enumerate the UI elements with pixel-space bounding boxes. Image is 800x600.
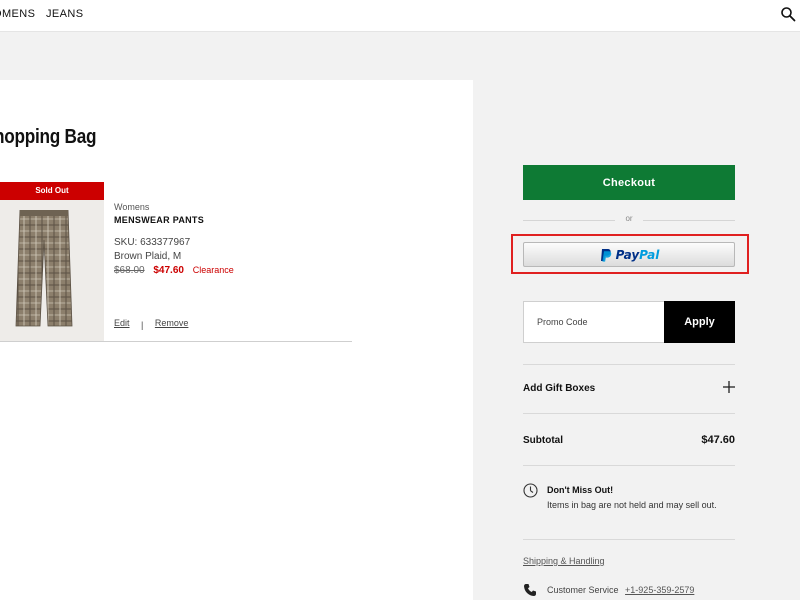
remove-link[interactable]: Remove bbox=[155, 318, 189, 328]
dont-miss-out-title: Don't Miss Out! bbox=[547, 485, 614, 495]
shipping-handling-link[interactable]: Shipping & Handling bbox=[523, 556, 605, 566]
paypal-wordmark: PayPal bbox=[615, 247, 660, 262]
clearance-label: Clearance bbox=[192, 265, 234, 275]
page-title: hopping Bag bbox=[0, 126, 97, 148]
paypal-logo-icon bbox=[600, 248, 611, 262]
product-name[interactable]: MENSWEAR PANTS bbox=[114, 215, 204, 225]
add-gift-boxes-toggle[interactable]: Add Gift Boxes bbox=[523, 377, 735, 401]
paypal-button[interactable]: PayPal bbox=[523, 242, 735, 267]
price-row: $68.00 $47.60 Clearance bbox=[114, 265, 234, 276]
customer-service-label: Customer Service bbox=[547, 585, 619, 595]
phone-icon bbox=[524, 584, 536, 596]
edit-link[interactable]: Edit bbox=[114, 318, 130, 328]
pants-image bbox=[15, 210, 73, 327]
or-label: or bbox=[625, 214, 633, 223]
customer-service-phone-link[interactable]: +1-925-359-2579 bbox=[625, 585, 694, 595]
subtotal-value: $47.60 bbox=[701, 434, 735, 446]
divider bbox=[523, 539, 735, 540]
checkout-button[interactable]: Checkout bbox=[523, 165, 735, 200]
or-line-right bbox=[643, 220, 735, 221]
action-separator: | bbox=[141, 320, 144, 330]
dont-miss-out-text: Items in bag are not held and may sell o… bbox=[547, 500, 717, 510]
sale-price: $47.60 bbox=[153, 265, 184, 276]
subtotal-label: Subtotal bbox=[523, 435, 563, 446]
nav-link-jeans[interactable]: JEANS bbox=[46, 8, 83, 20]
promo-code-input[interactable] bbox=[523, 301, 665, 343]
apply-promo-button[interactable]: Apply bbox=[664, 301, 735, 343]
gift-boxes-label: Add Gift Boxes bbox=[523, 383, 596, 394]
or-divider: or bbox=[523, 214, 735, 226]
product-category: Womens bbox=[114, 202, 150, 212]
shopping-bag-panel: hopping Bag Sold Out Womens MENSWEAR PAN… bbox=[0, 80, 473, 600]
original-price: $68.00 bbox=[114, 265, 145, 276]
top-navigation-bar: OMENS JEANS bbox=[0, 0, 800, 32]
product-image[interactable]: Sold Out bbox=[0, 182, 104, 342]
divider bbox=[523, 364, 735, 365]
customer-service-row: Customer Service +1-925-359-2579 bbox=[547, 585, 694, 595]
sold-out-badge: Sold Out bbox=[0, 182, 104, 200]
item-divider bbox=[0, 341, 352, 342]
divider bbox=[523, 465, 735, 466]
clock-icon bbox=[523, 483, 538, 498]
search-icon[interactable] bbox=[780, 6, 796, 22]
nav-link-womens[interactable]: OMENS bbox=[0, 8, 35, 20]
divider bbox=[523, 413, 735, 414]
product-sku: SKU: 633377967 bbox=[114, 237, 191, 248]
item-actions: Edit | Remove bbox=[114, 318, 189, 330]
product-variant: Brown Plaid, M bbox=[114, 251, 182, 262]
plus-icon bbox=[723, 381, 735, 393]
